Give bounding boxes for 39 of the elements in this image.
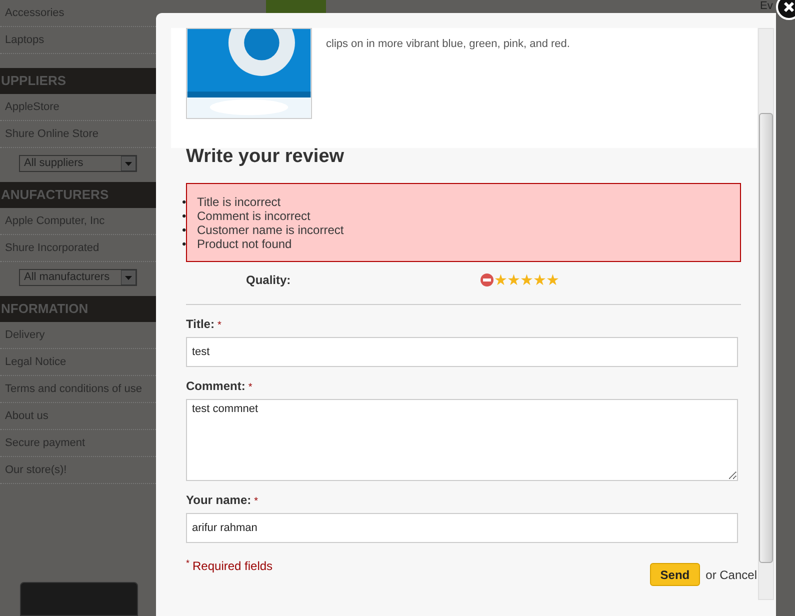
required-note: * Required fields <box>186 557 273 575</box>
bullet: • <box>182 223 188 237</box>
select-dropdown[interactable]: All suppliers <box>19 155 137 172</box>
section-header: NFORMATION <box>0 296 156 322</box>
select-dropdown[interactable]: All manufacturers <box>19 269 137 286</box>
field-label: Comment: <box>186 378 246 395</box>
comment-field[interactable]: test commnet <box>186 399 738 481</box>
scrollbar[interactable] <box>758 28 774 600</box>
section-header: ANUFACTURERS <box>0 182 156 208</box>
dialog-heading: Write your review <box>186 145 346 169</box>
bullet: • <box>182 195 188 209</box>
error-message: Title is incorrect <box>197 195 281 209</box>
cancel-link[interactable]: or Cancel <box>706 566 757 584</box>
star-icon[interactable]: ★ <box>533 272 546 288</box>
field-label: Title: <box>186 316 214 333</box>
background-text: Ev <box>760 0 773 13</box>
error-message: Comment is incorrect <box>197 209 310 223</box>
criterion-label: Quality: <box>246 272 292 289</box>
product-description: clips on in more vibrant blue, green, pink, and red. <box>326 37 570 52</box>
star-icon[interactable]: ★ <box>520 272 533 288</box>
field-label: Your name: <box>186 492 252 509</box>
input-field[interactable]: arifur rahman <box>186 513 738 543</box>
required-mark: * <box>248 381 252 395</box>
section-header: UPPLIERS <box>0 68 156 94</box>
required-mark: * <box>217 319 222 333</box>
caret-icon <box>121 270 136 285</box>
cancel-rating-icon[interactable] <box>480 273 494 287</box>
bullet: • <box>182 237 188 251</box>
close-icon <box>783 1 795 13</box>
bullet: • <box>182 209 188 223</box>
star-icon[interactable]: ★ <box>546 272 559 288</box>
error-message: Product not found <box>197 237 292 251</box>
input-field[interactable]: test <box>186 337 738 367</box>
send-button[interactable]: Send <box>650 563 700 586</box>
required-mark: * <box>254 495 258 509</box>
error-message: Customer name is incorrect <box>197 223 344 237</box>
caret-icon <box>121 156 136 171</box>
star-icon[interactable]: ★ <box>494 272 507 288</box>
star-icon[interactable]: ★ <box>507 272 520 288</box>
